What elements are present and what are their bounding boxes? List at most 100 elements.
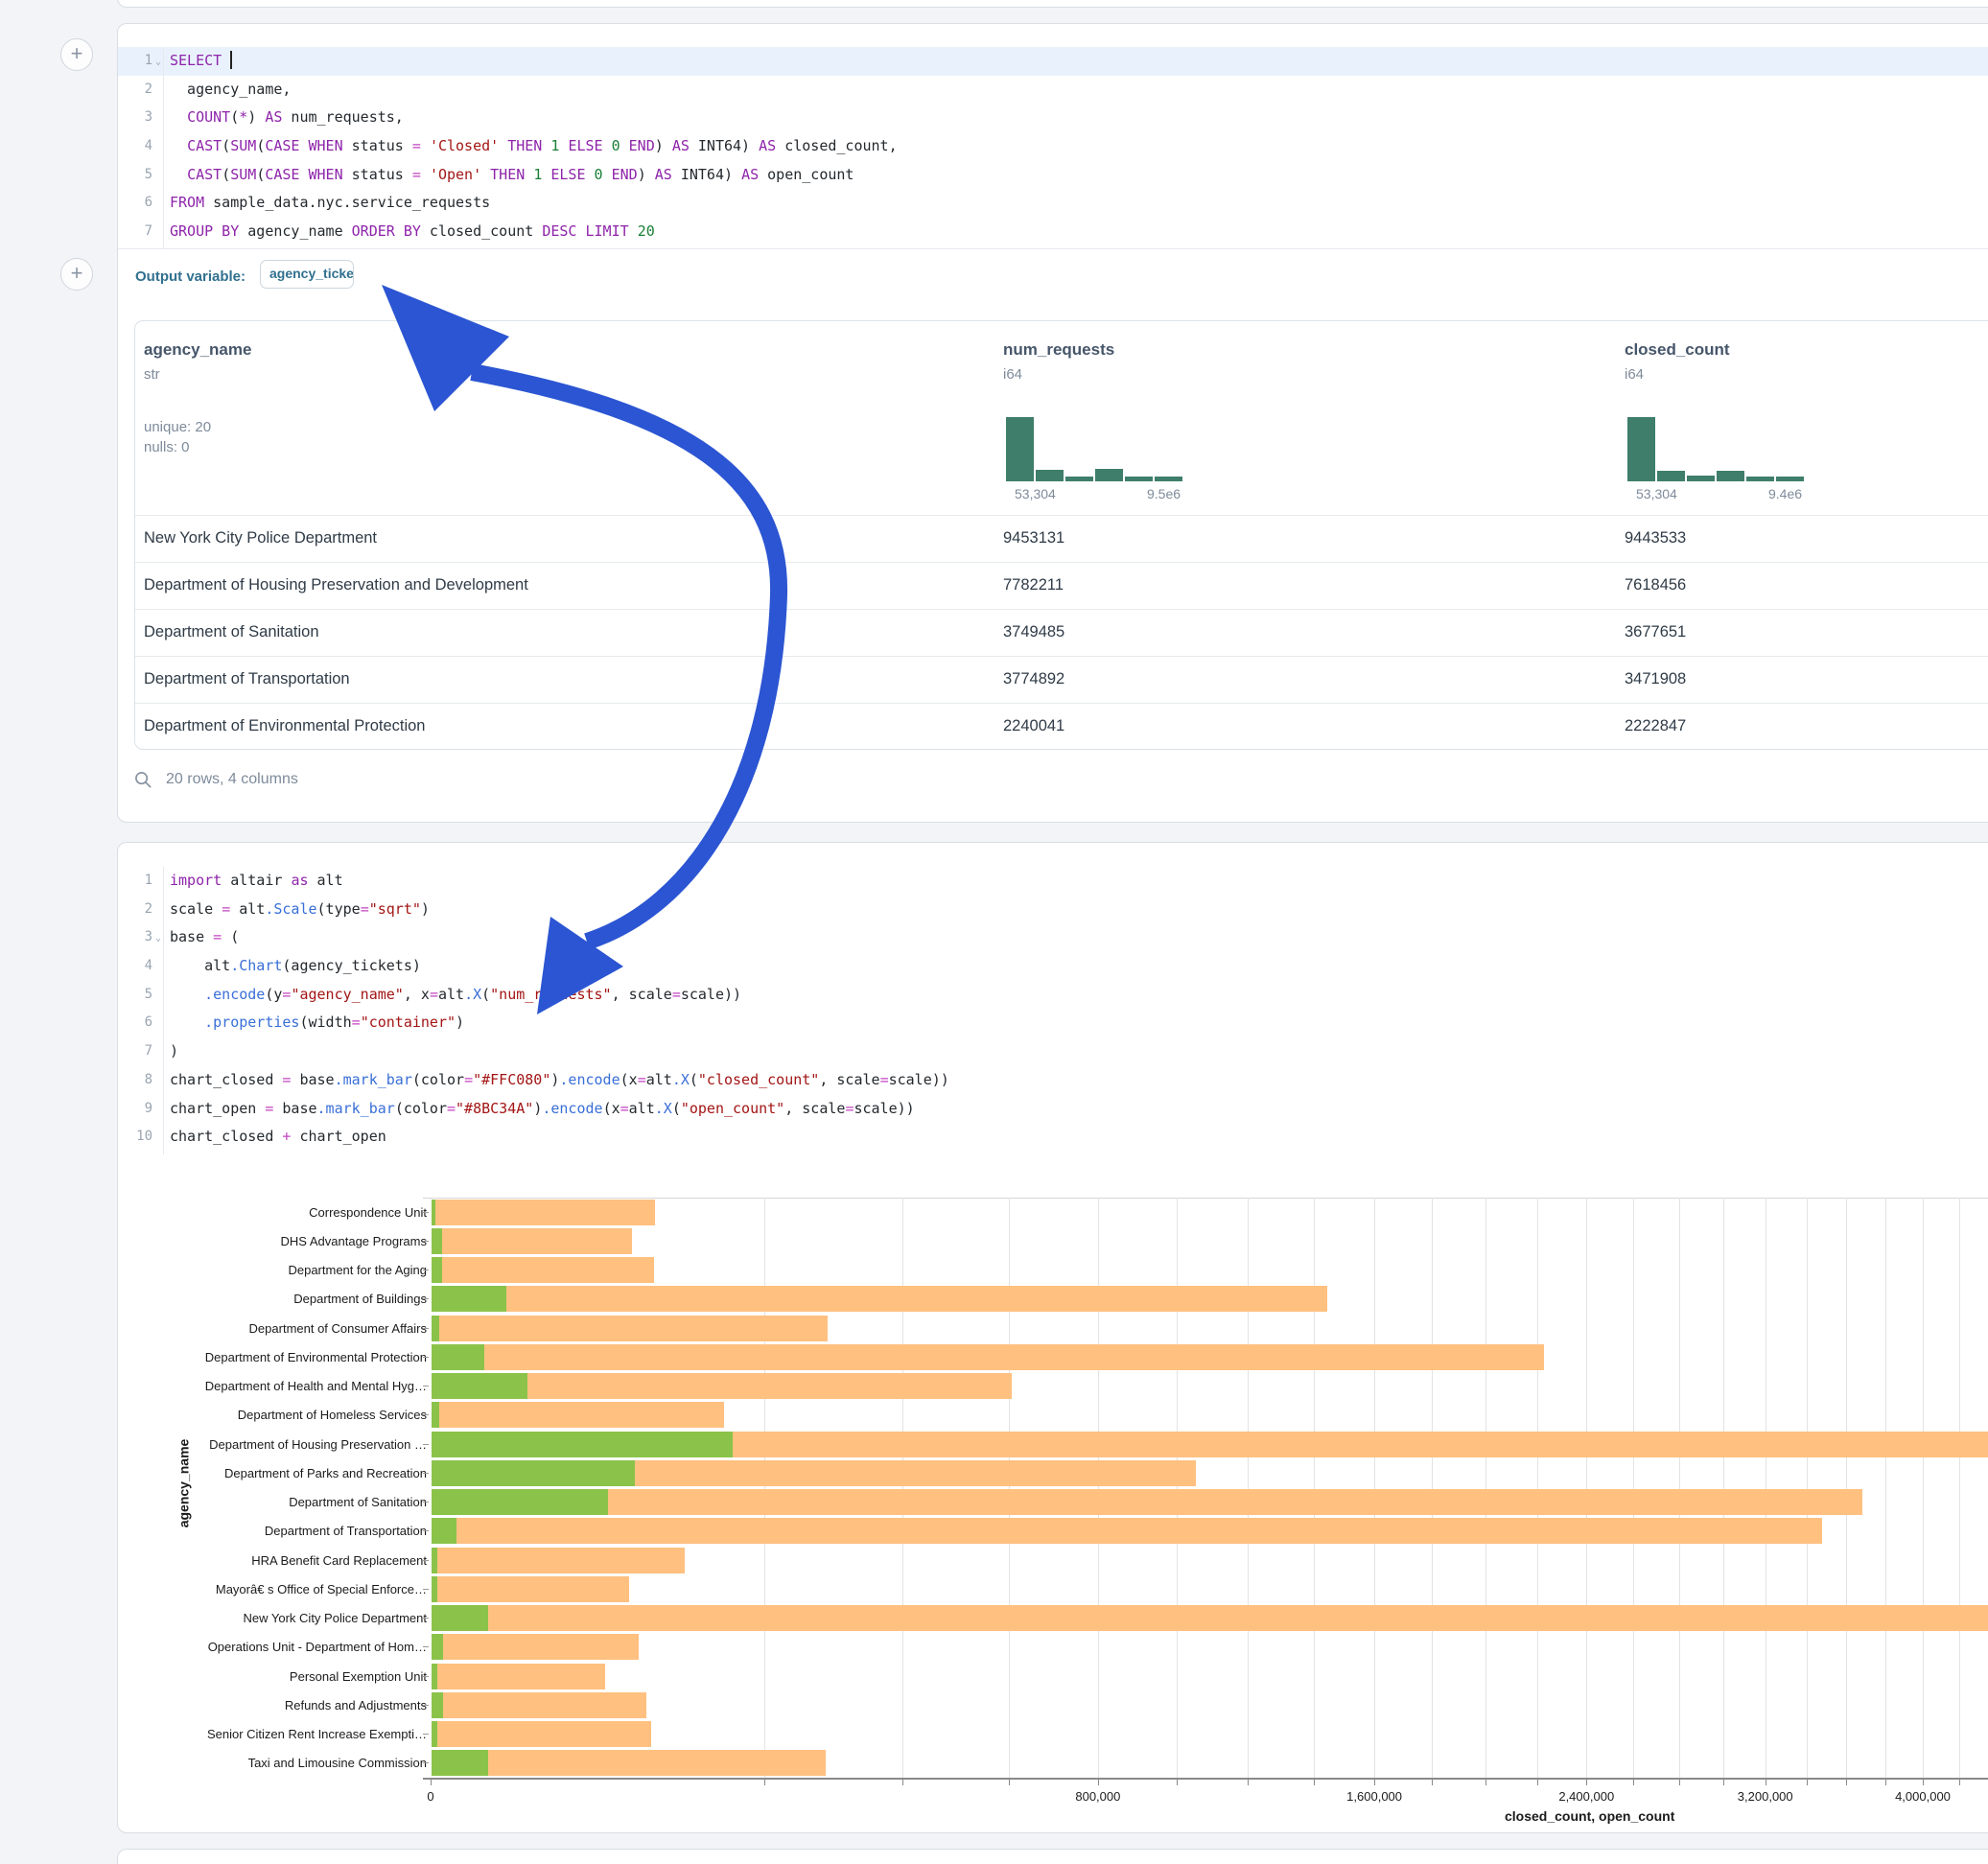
previous-cell-fragment [117, 0, 1988, 8]
bar-closed-16 [432, 1664, 605, 1689]
code-text: COUNT(*) AS num_requests, [170, 104, 404, 132]
x-axis-title: closed_count, open_count [1505, 1808, 1674, 1824]
bar-closed-11 [432, 1518, 1822, 1544]
bar-closed-18 [432, 1721, 651, 1747]
sql-editor-line[interactable]: 1⌄SELECT [118, 47, 1988, 76]
y-axis-label: DHS Advantage Programs [118, 1234, 427, 1248]
y-axis-tick [423, 1212, 429, 1213]
line-number: 8 [118, 1066, 152, 1095]
table-row[interactable]: Department of Housing Preservation and D… [135, 562, 1988, 609]
x-axis-tick-label: 4,000,000 [1895, 1789, 1951, 1804]
y-axis-label: Department of Buildings [118, 1292, 427, 1306]
table-row[interactable]: Department of Transportation377489234719… [135, 656, 1988, 703]
python-editor-line[interactable]: 3⌄ base = ( [118, 923, 1988, 952]
x-axis-tick-label: 800,000 [1075, 1789, 1120, 1804]
python-editor-line[interactable]: 5 .encode(y="agency_name", x=alt.X("num_… [118, 981, 1988, 1010]
gridline [1314, 1198, 1315, 1778]
python-editor-line[interactable]: 10chart_closed + chart_open [118, 1123, 1988, 1152]
column-type: str [144, 366, 251, 383]
active-line-highlight [118, 47, 1988, 76]
python-cell-card: 1import altair as alt2scale = alt.Scale(… [117, 842, 1988, 1833]
fold-chevron-icon[interactable]: ⌄ [155, 48, 161, 77]
fold-chevron-icon[interactable]: ⌄ [155, 924, 161, 953]
sql-editor-line[interactable]: 5 CAST(SUM(CASE WHEN status = 'Open' THE… [118, 161, 1988, 190]
gridline [1009, 1198, 1010, 1778]
bar-closed-12 [432, 1548, 685, 1573]
y-axis-label: Mayorâ€ s Office of Special Enforce… [118, 1582, 427, 1596]
add-cell-button-output[interactable]: + [60, 258, 93, 291]
column-header-num_requests[interactable]: num_requestsi64 [1003, 340, 1114, 383]
code-text: chart_closed = base.mark_bar(color="#FFC… [170, 1066, 949, 1095]
sql-editor[interactable]: 1⌄SELECT 2 agency_name,3 COUNT(*) AS num… [118, 47, 1988, 246]
add-cell-button-top[interactable]: + [60, 38, 93, 71]
histogram-bar [1657, 471, 1685, 481]
line-number: 7 [118, 1037, 152, 1066]
table-row[interactable]: New York City Police Department945313194… [135, 515, 1988, 562]
y-axis-tick [423, 1241, 429, 1242]
y-axis-label: Department of Transportation [118, 1524, 427, 1538]
code-text: alt.Chart(agency_tickets) [170, 952, 421, 981]
sql-editor-line[interactable]: 6FROM sample_data.nyc.service_requests [118, 189, 1988, 218]
sql-editor-line[interactable]: 2 agency_name, [118, 76, 1988, 105]
code-text: CAST(SUM(CASE WHEN status = 'Open' THEN … [170, 161, 854, 190]
x-axis-tick [1723, 1780, 1724, 1785]
x-axis-tick [1885, 1780, 1886, 1785]
table-cell: Department of Transportation [144, 670, 350, 688]
histogram-bar [1125, 477, 1153, 481]
text-cursor [230, 51, 232, 69]
python-editor-line[interactable]: 6 .properties(width="container") [118, 1009, 1988, 1037]
python-editor-line[interactable]: 7) [118, 1037, 1988, 1066]
table-row[interactable]: Department of Environmental Protection22… [135, 703, 1988, 750]
gridline [1586, 1198, 1587, 1778]
python-editor-line[interactable]: 8 chart_closed = base.mark_bar(color="#FF… [118, 1066, 1988, 1095]
table-row[interactable]: Department of Sanitation37494853677651 [135, 609, 1988, 656]
output-variable-pill[interactable]: agency_tickets [260, 260, 354, 289]
python-editor-line[interactable]: 2scale = alt.Scale(type="sqrt") [118, 896, 1988, 924]
line-number: 6 [118, 1009, 152, 1037]
search-icon[interactable] [134, 771, 152, 789]
x-axis-tick [1846, 1780, 1847, 1785]
code-text: base = ( [170, 923, 239, 952]
output-variable-row: Output variable: agency_tickets [118, 248, 1988, 308]
bar-open-19 [432, 1750, 488, 1776]
bar-closed-17 [432, 1692, 646, 1718]
python-editor-line[interactable]: 4 alt.Chart(agency_tickets) [118, 952, 1988, 981]
sql-editor-line[interactable]: 7GROUP BY agency_name ORDER BY closed_co… [118, 218, 1988, 246]
bar-closed-4 [432, 1316, 828, 1341]
x-axis-tick [1485, 1780, 1486, 1785]
line-number: 4 [118, 132, 152, 161]
sql-editor-line[interactable]: 3 COUNT(*) AS num_requests, [118, 104, 1988, 132]
next-cell-fragment [117, 1849, 1988, 1864]
code-text: CAST(SUM(CASE WHEN status = 'Closed' THE… [170, 132, 898, 161]
x-axis-tick [1314, 1780, 1315, 1785]
code-text: GROUP BY agency_name ORDER BY closed_cou… [170, 218, 655, 246]
python-editor-line[interactable]: 1import altair as alt [118, 867, 1988, 896]
gridline [1485, 1198, 1486, 1778]
bar-open-14 [432, 1605, 488, 1631]
table-cell: 7782211 [1003, 576, 1064, 594]
y-axis-tick [423, 1502, 429, 1503]
y-axis-label: Personal Exemption Unit [118, 1669, 427, 1684]
gridline [1537, 1198, 1538, 1778]
python-editor[interactable]: 1import altair as alt2scale = alt.Scale(… [118, 867, 1988, 1152]
y-axis-tick [423, 1646, 429, 1647]
bar-open-9 [432, 1460, 635, 1486]
python-editor-line[interactable]: 9chart_open = base.mark_bar(color="#8BC3… [118, 1095, 1988, 1124]
column-histogram [1006, 417, 1188, 481]
line-number: 3 [118, 923, 152, 952]
x-axis-tick [431, 1780, 432, 1785]
table-cell: 2240041 [1003, 717, 1064, 735]
column-header-closed_count[interactable]: closed_counti64 [1625, 340, 1730, 383]
column-type: i64 [1625, 366, 1730, 383]
sql-cell-card: 1⌄SELECT 2 agency_name,3 COUNT(*) AS num… [117, 23, 1988, 823]
y-axis-label: HRA Benefit Card Replacement [118, 1553, 427, 1568]
column-header-agency_name[interactable]: agency_namestrunique: 20nulls: 0 [144, 340, 251, 455]
result-table: agency_namestrunique: 20nulls: 0 num_requ… [134, 320, 1988, 750]
bar-open-2 [432, 1257, 442, 1283]
sql-editor-line[interactable]: 4 CAST(SUM(CASE WHEN status = 'Closed' T… [118, 132, 1988, 161]
bar-open-11 [432, 1518, 456, 1544]
table-cell: New York City Police Department [144, 529, 377, 548]
y-axis-label: Operations Unit - Department of Hom… [118, 1640, 427, 1654]
gridline [764, 1198, 765, 1778]
y-axis-tick [423, 1298, 429, 1299]
